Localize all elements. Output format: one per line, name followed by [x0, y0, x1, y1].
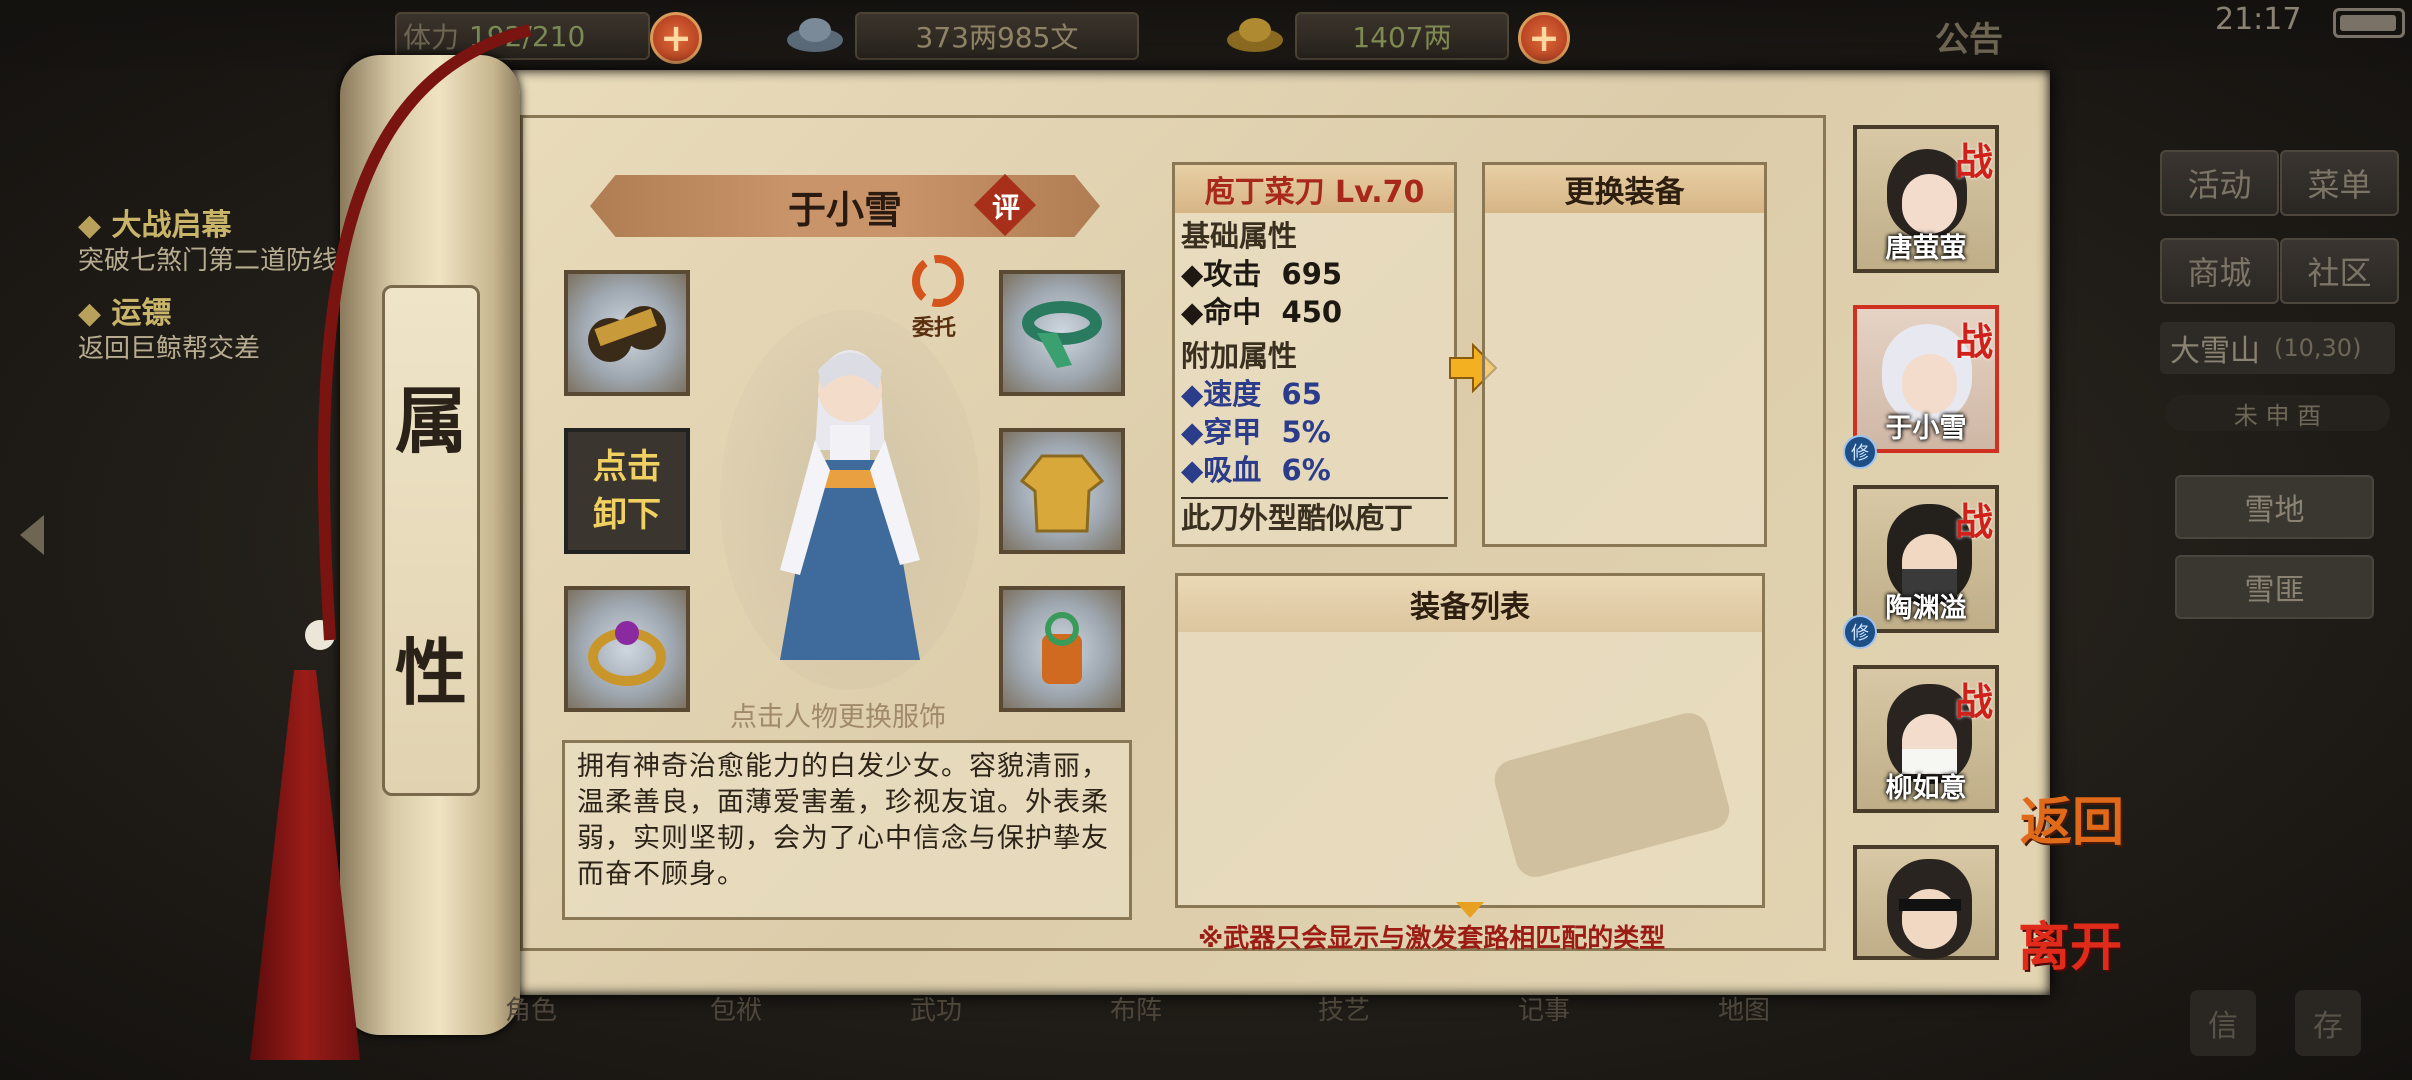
activity-button[interactable]: 活动	[2160, 150, 2279, 216]
place-snowfield-button[interactable]: 雪地	[2175, 475, 2374, 539]
nav-role[interactable]: 角色	[505, 990, 557, 1027]
talisman-icon	[1042, 612, 1082, 684]
copper-display: 373两985文	[855, 12, 1139, 60]
nav-bag[interactable]: 包袱	[710, 990, 762, 1027]
stat-row: ◆吸血 6%	[1181, 453, 1331, 487]
cultivate-badge: 修	[1843, 615, 1877, 649]
location-bar[interactable]: 大雪山 (10,30)	[2160, 322, 2395, 374]
scroll-string-icon	[317, 24, 532, 641]
party-member-name: 于小雪	[1885, 413, 1967, 444]
leave-button[interactable]: 离开	[2018, 905, 2122, 980]
empty-scroll-watermark-icon	[1494, 713, 1730, 877]
party-member-name: 柳如意	[1885, 773, 1967, 804]
weapon-footnote: ※武器只会显示与激发套路相匹配的类型	[1198, 924, 1666, 954]
mail-button[interactable]: 信	[2190, 990, 2256, 1056]
binoculars-icon	[588, 306, 666, 362]
party-member-name: 唐萤萤	[1885, 233, 1967, 264]
rate-badge[interactable]: 评	[984, 184, 1028, 228]
battery-icon	[2333, 8, 2405, 38]
scroll-down-arrow-icon[interactable]	[1456, 902, 1484, 918]
equip-slot-neck[interactable]	[999, 270, 1125, 396]
weapon-title: 庖丁菜刀 Lv.70	[1175, 165, 1454, 213]
stat-row: ◆攻击 695	[1181, 257, 1343, 291]
party-member-name: 陶渊溢	[1885, 593, 1967, 624]
replace-equipment-panel[interactable]: 更换装备	[1482, 162, 1767, 547]
equip-slot-accessory[interactable]	[999, 586, 1125, 712]
quest-title: 运镖	[111, 296, 172, 331]
entrust-icon[interactable]	[910, 253, 966, 309]
nav-skills[interactable]: 技艺	[1318, 990, 1370, 1027]
party-member-selected[interactable]: 战 于小雪 修	[1843, 305, 1999, 469]
nav-formation[interactable]: 布阵	[1110, 990, 1162, 1027]
character-name: 于小雪	[787, 186, 902, 232]
quest-title: 大战启幕	[111, 208, 232, 243]
add-gold-button[interactable]: +	[1518, 12, 1570, 64]
notice-button[interactable]: 公告	[1935, 12, 2003, 61]
location-coords: (10,30)	[2274, 334, 2362, 362]
portrait-face	[1902, 889, 1957, 949]
collapse-left-arrow-icon[interactable]	[20, 515, 44, 555]
save-button[interactable]: 存	[2295, 990, 2361, 1056]
weapon-flavor-text: 此刀外型酷似庖丁	[1181, 501, 1414, 535]
portrait-blindfold	[1899, 899, 1961, 911]
character-figure[interactable]	[760, 330, 940, 680]
equip-slot-armor[interactable]	[999, 428, 1125, 554]
stat-row: ◆命中 450	[1181, 295, 1343, 329]
gold-display: 1407两	[1295, 12, 1509, 60]
battle-badge: 战	[1954, 139, 1993, 184]
character-description: 拥有神奇治愈能力的白发少女。容貌清丽，温柔善良，面薄爱害羞，珍视友谊。外表柔弱，…	[562, 740, 1132, 920]
party-member[interactable]: 战 唐萤萤	[1853, 125, 1999, 273]
stat-row: ◆速度 65	[1181, 377, 1322, 411]
community-button[interactable]: 社区	[2280, 238, 2399, 304]
stat-row: ◆穿甲 5%	[1181, 415, 1331, 449]
nav-map[interactable]: 地图	[1718, 990, 1770, 1027]
change-outfit-hint: 点击人物更换服饰	[730, 702, 946, 733]
shop-button[interactable]: 商城	[2160, 238, 2279, 304]
menu-button[interactable]: 菜单	[2280, 150, 2399, 216]
robe-icon	[1019, 454, 1105, 533]
cultivate-badge: 修	[1843, 435, 1877, 469]
add-stamina-button[interactable]: +	[650, 12, 702, 64]
clock: 21:17	[2215, 2, 2302, 37]
party-member[interactable]	[1853, 845, 1999, 960]
scarf-icon	[1022, 301, 1102, 368]
battle-badge: 战	[1954, 319, 1993, 364]
back-button[interactable]: 返回	[2020, 780, 2124, 855]
ring-icon	[588, 621, 666, 686]
location-name: 大雪山	[2170, 334, 2260, 369]
extra-stats-header: 附加属性	[1181, 339, 1298, 373]
equip-slot-helmet[interactable]	[564, 270, 690, 396]
party-member[interactable]: 战 柳如意	[1853, 665, 1999, 813]
party-member[interactable]: 战 陶渊溢 修	[1843, 485, 1999, 649]
compass-bar: 未 申 酉	[2165, 395, 2390, 431]
copper-ingot-icon	[785, 10, 845, 56]
equipment-list[interactable]: 装备列表	[1175, 573, 1765, 908]
nav-martial[interactable]: 武功	[910, 990, 962, 1027]
battle-badge: 战	[1954, 499, 1993, 544]
portrait-face	[1902, 354, 1957, 414]
replace-equipment-header: 更换装备	[1485, 165, 1764, 213]
unload-button[interactable]: 点击 卸下	[564, 428, 690, 554]
nav-journal[interactable]: 记事	[1518, 990, 1570, 1027]
equip-slot-ring[interactable]	[564, 586, 690, 712]
gold-ingot-icon	[1225, 10, 1285, 56]
place-bandit-button[interactable]: 雪匪	[2175, 555, 2374, 619]
battle-badge: 战	[1954, 679, 1993, 724]
base-stats-header: 基础属性	[1181, 219, 1298, 253]
portrait-face	[1902, 174, 1957, 234]
equipment-list-header: 装备列表	[1178, 576, 1762, 632]
weapon-stats-panel: 庖丁菜刀 Lv.70 基础属性 ◆攻击 695 ◆命中 450 附加属性 ◆速度…	[1172, 162, 1457, 547]
